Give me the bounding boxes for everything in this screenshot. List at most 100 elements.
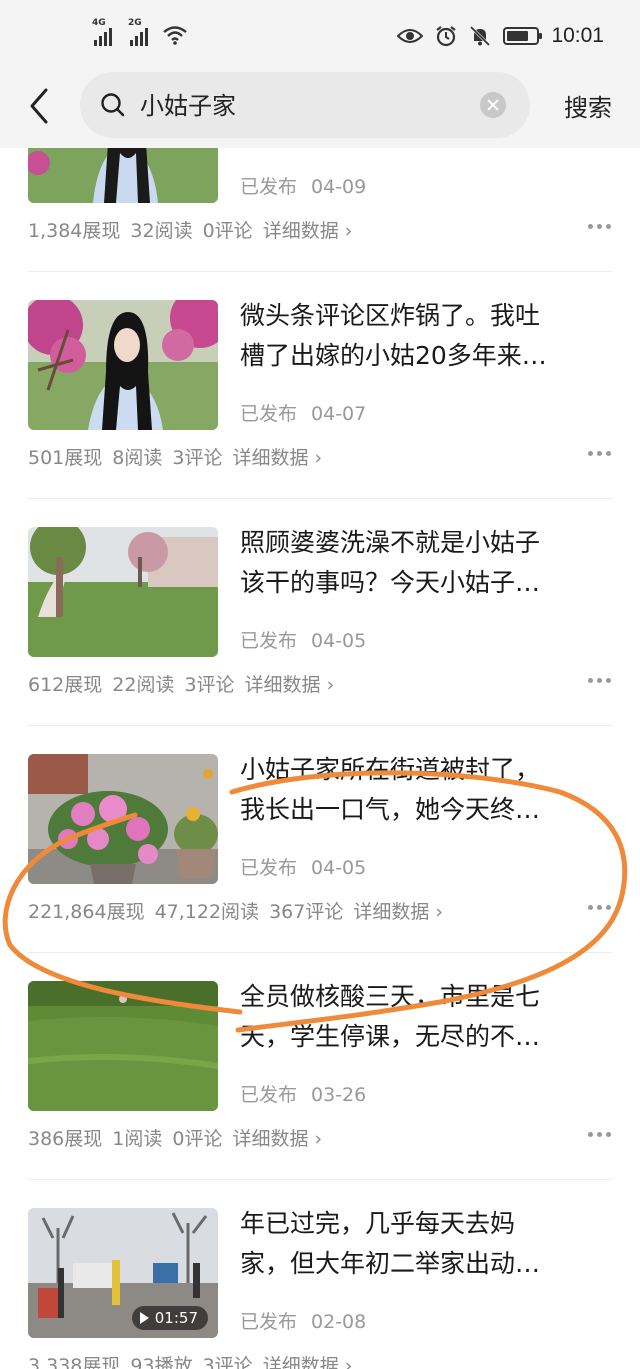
video-duration: 01:57 xyxy=(154,1309,198,1327)
publish-date: 04-09 xyxy=(311,176,367,198)
list-item[interactable]: 小姑子家所在街道被封了， 我长出一口气，她今天终… 已发布 04-05 221,8… xyxy=(28,725,612,952)
publish-info: 已发布 04-09 xyxy=(240,172,366,199)
clear-icon[interactable] xyxy=(480,92,506,118)
detail-data-link[interactable]: 详细数据 › xyxy=(263,1355,353,1369)
eye-icon xyxy=(397,29,424,43)
item-stats: 386展现 1阅读 0评论 详细数据 › xyxy=(28,1124,332,1151)
title-line: 微头条评论区炸锅了。我吐 xyxy=(240,301,541,330)
clock: 10:01 xyxy=(551,24,604,47)
publish-date: 04-05 xyxy=(311,630,367,652)
item-stats: 612展现 22阅读 3评论 详细数据 › xyxy=(28,670,344,697)
thumbnail-image xyxy=(28,148,218,203)
publish-date: 03-26 xyxy=(311,1084,367,1106)
wifi-icon xyxy=(163,26,187,45)
comments-count: 3评论 xyxy=(184,674,235,696)
signal-icon-2: 2G xyxy=(128,18,148,46)
title-line: 照顾婆婆洗澡不就是小姑子 xyxy=(240,528,541,557)
more-options-icon[interactable] xyxy=(588,905,612,911)
detail-data-link[interactable]: 详细数据 › xyxy=(353,901,443,923)
status-bar: 4G 2G 10:01 xyxy=(0,0,640,72)
battery-icon xyxy=(503,27,543,45)
title-line: 该干的事吗？今天小姑子… xyxy=(240,568,541,597)
network-type-1: 4G xyxy=(92,18,106,28)
list-item[interactable]: 已发布 04-09 1,384展现 32阅读 0评论 详细数据 › xyxy=(28,148,612,272)
item-stats: 3,338展现 93播放 3评论 详细数据 › xyxy=(28,1351,362,1369)
comments-count: 0评论 xyxy=(172,1128,223,1150)
detail-data-link[interactable]: 详细数据 › xyxy=(232,1128,322,1150)
list-item[interactable]: 01:57 年已过完，几乎每天去妈 家，但大年初二举家出动… 已发布 02-08 … xyxy=(28,1179,612,1369)
item-stats: 501展现 8阅读 3评论 详细数据 › xyxy=(28,443,332,470)
back-button[interactable] xyxy=(22,86,58,126)
thumbnail-image xyxy=(28,754,218,884)
publish-status: 已发布 xyxy=(240,1311,298,1333)
list-item[interactable]: 微头条评论区炸锅了。我吐 槽了出嫁的小姑20多年来… 已发布 04-07 501展… xyxy=(28,271,612,498)
publish-info: 已发布 04-05 xyxy=(240,626,366,653)
impressions-count: 501展现 xyxy=(28,447,103,469)
publish-status: 已发布 xyxy=(240,176,298,198)
item-title[interactable]: 全员做核酸三天，市里是七 天，学生停课，无尽的不… xyxy=(240,977,600,1057)
search-field[interactable] xyxy=(80,72,530,138)
mute-bell-icon xyxy=(470,25,491,47)
comments-count: 3评论 xyxy=(202,1355,253,1369)
reads-count: 22阅读 xyxy=(112,674,175,696)
item-stats: 1,384展现 32阅读 0评论 详细数据 › xyxy=(28,216,362,243)
alarm-icon xyxy=(436,26,457,47)
detail-data-link[interactable]: 详细数据 › xyxy=(263,220,353,242)
thumbnail-image xyxy=(28,981,218,1111)
plays-count: 93播放 xyxy=(130,1355,193,1369)
publish-info: 已发布 04-05 xyxy=(240,853,366,880)
title-line: 槽了出嫁的小姑20多年来… xyxy=(240,341,547,370)
item-title[interactable]: 照顾婆婆洗澡不就是小姑子 该干的事吗？今天小姑子… xyxy=(240,523,600,603)
search-button[interactable]: 搜索 xyxy=(564,88,612,123)
list-item[interactable]: 照顾婆婆洗澡不就是小姑子 该干的事吗？今天小姑子… 已发布 04-05 612展现… xyxy=(28,498,612,725)
publish-info: 已发布 04-07 xyxy=(240,399,366,426)
publish-info: 已发布 03-26 xyxy=(240,1080,366,1107)
impressions-count: 3,338展现 xyxy=(28,1355,121,1369)
network-type-2: 2G xyxy=(128,18,142,28)
publish-date: 02-08 xyxy=(311,1311,367,1333)
impressions-count: 1,384展现 xyxy=(28,220,121,242)
impressions-count: 221,864展现 xyxy=(28,901,145,923)
comments-count: 0评论 xyxy=(202,220,253,242)
article-list: 已发布 04-09 1,384展现 32阅读 0评论 详细数据 › 微头条评论区炸锅了。… xyxy=(0,148,640,1369)
reads-count: 1阅读 xyxy=(112,1128,163,1150)
item-stats: 221,864展现 47,122阅读 367评论 详细数据 › xyxy=(28,897,453,924)
thumbnail-image xyxy=(28,300,218,430)
publish-status: 已发布 xyxy=(240,403,298,425)
video-thumbnail: 01:57 xyxy=(28,1208,218,1338)
detail-data-link[interactable]: 详细数据 › xyxy=(245,674,335,696)
thumbnail-image xyxy=(28,527,218,657)
item-title[interactable]: 微头条评论区炸锅了。我吐 槽了出嫁的小姑20多年来… xyxy=(240,296,600,376)
item-title[interactable]: 年已过完，几乎每天去妈 家，但大年初二举家出动… xyxy=(240,1204,600,1284)
more-options-icon[interactable] xyxy=(588,678,612,684)
publish-info: 已发布 02-08 xyxy=(240,1307,366,1334)
play-icon xyxy=(139,1312,149,1324)
more-options-icon[interactable] xyxy=(588,451,612,457)
signal-icon-1: 4G xyxy=(92,18,112,46)
list-item[interactable]: 全员做核酸三天，市里是七 天，学生停课，无尽的不… 已发布 03-26 386展现… xyxy=(28,952,612,1179)
title-line: 全员做核酸三天，市里是七 xyxy=(240,982,541,1011)
title-line: 家，但大年初二举家出动… xyxy=(240,1249,541,1278)
comments-count: 367评论 xyxy=(269,901,344,923)
search-header: 搜索 xyxy=(0,72,640,148)
impressions-count: 612展现 xyxy=(28,674,103,696)
more-options-icon[interactable] xyxy=(588,224,612,230)
detail-data-link[interactable]: 详细数据 › xyxy=(232,447,322,469)
title-line: 小姑子家所在街道被封了， xyxy=(240,755,541,784)
search-icon xyxy=(101,93,125,117)
publish-status: 已发布 xyxy=(240,1084,298,1106)
reads-count: 8阅读 xyxy=(112,447,163,469)
search-input[interactable] xyxy=(140,89,460,117)
more-options-icon[interactable] xyxy=(588,1132,612,1138)
title-line: 天，学生停课，无尽的不… xyxy=(240,1022,541,1051)
status-right: 10:01 xyxy=(397,24,604,48)
title-line: 我长出一口气，她今天终… xyxy=(240,795,541,824)
network-indicators: 4G 2G xyxy=(92,18,188,46)
publish-date: 04-05 xyxy=(311,857,367,879)
publish-status: 已发布 xyxy=(240,630,298,652)
publish-date: 04-07 xyxy=(311,403,367,425)
video-duration-badge: 01:57 xyxy=(131,1306,208,1330)
item-title[interactable]: 小姑子家所在街道被封了， 我长出一口气，她今天终… xyxy=(240,750,600,830)
reads-count: 32阅读 xyxy=(130,220,193,242)
reads-count: 47,122阅读 xyxy=(154,901,260,923)
